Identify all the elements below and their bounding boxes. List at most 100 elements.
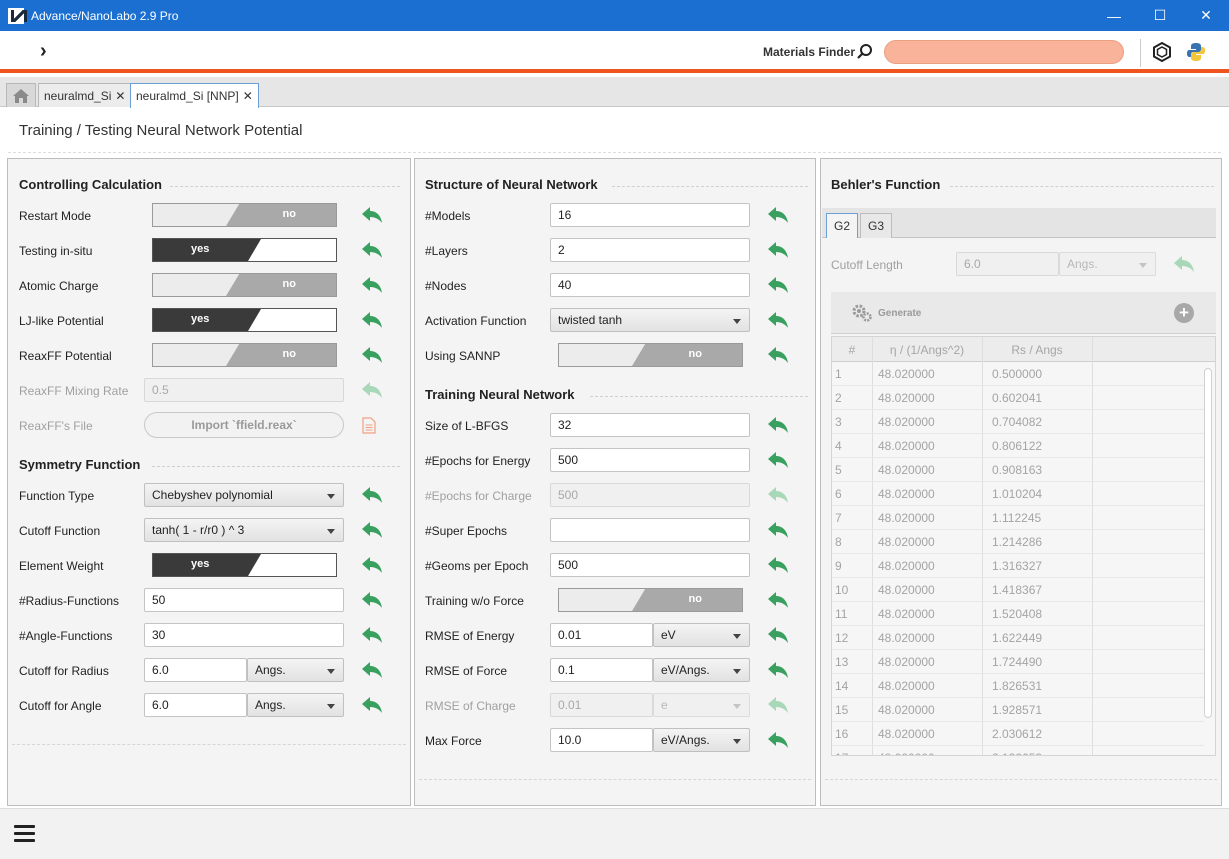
tab-neuralmd-si[interactable]: neuralmd_Si ✕ — [38, 83, 132, 107]
table-row[interactable]: 4 48.020000 0.806122 — [832, 434, 1204, 458]
rmse-force-unit-select[interactable]: eV/Angs. — [653, 658, 750, 682]
cutoff-length-unit-select[interactable]: Angs. — [1059, 252, 1156, 276]
radius-functions-input[interactable]: 50 — [144, 588, 344, 612]
menu-hamburger-icon[interactable] — [14, 825, 35, 843]
rmse-force-input[interactable]: 0.1 — [550, 658, 653, 682]
reset-undo-icon[interactable] — [361, 311, 383, 329]
super-epochs-input[interactable] — [550, 518, 750, 542]
close-window-button[interactable]: ✕ — [1183, 0, 1229, 31]
table-row[interactable]: 12 48.020000 1.622449 — [832, 626, 1204, 650]
tab-g3[interactable]: G3 — [860, 213, 893, 238]
column-header-index[interactable]: # — [832, 343, 872, 357]
cutoff-angle-unit-select[interactable]: Angs. — [247, 693, 344, 717]
restart-mode-toggle[interactable]: no — [152, 203, 337, 227]
gears-icon[interactable] — [851, 303, 873, 323]
import-ffield-button[interactable]: Import `ffield.reax` — [144, 412, 344, 438]
max-force-unit-select[interactable]: eV/Angs. — [653, 728, 750, 752]
reset-undo-icon[interactable] — [767, 451, 789, 469]
reset-undo-icon[interactable] — [767, 661, 789, 679]
python-icon[interactable] — [1186, 42, 1206, 62]
cutoff-radius-unit-select[interactable]: Angs. — [247, 658, 344, 682]
reset-undo-icon[interactable] — [767, 311, 789, 329]
reset-undo-icon[interactable] — [361, 241, 383, 259]
max-force-input[interactable]: 10.0 — [550, 728, 653, 752]
close-tab-icon[interactable]: ✕ — [243, 89, 253, 103]
molecule-hexagon-icon[interactable] — [1152, 42, 1172, 62]
rmse-energy-unit-select[interactable]: eV — [653, 623, 750, 647]
table-row[interactable]: 7 48.020000 1.112245 — [832, 506, 1204, 530]
reset-undo-icon[interactable] — [767, 276, 789, 294]
column-header-eta[interactable]: η / (1/Angs^2) — [872, 343, 982, 357]
home-tab[interactable] — [6, 83, 36, 107]
rmse-charge-unit-select[interactable]: e — [653, 693, 750, 717]
activation-function-select[interactable]: twisted tanh — [550, 308, 750, 332]
reset-undo-icon[interactable] — [361, 696, 383, 714]
reset-undo-icon[interactable] — [767, 591, 789, 609]
expand-chevron-icon[interactable]: › — [40, 40, 47, 63]
reset-undo-icon[interactable] — [361, 661, 383, 679]
search-icon[interactable] — [856, 43, 874, 61]
add-row-icon[interactable]: + — [1174, 303, 1194, 323]
table-row[interactable]: 13 48.020000 1.724490 — [832, 650, 1204, 674]
reset-undo-icon[interactable] — [767, 731, 789, 749]
table-row[interactable]: 6 48.020000 1.010204 — [832, 482, 1204, 506]
reset-undo-icon[interactable] — [361, 206, 383, 224]
table-row[interactable]: 10 48.020000 1.418367 — [832, 578, 1204, 602]
maximize-button[interactable]: ☐ — [1137, 0, 1183, 31]
table-row[interactable]: 5 48.020000 0.908163 — [832, 458, 1204, 482]
table-row[interactable]: 8 48.020000 1.214286 — [832, 530, 1204, 554]
epochs-energy-input[interactable]: 500 — [550, 448, 750, 472]
cutoff-radius-input[interactable]: 6.0 — [144, 658, 247, 682]
table-row[interactable]: 17 48.020000 2.132653 — [832, 746, 1204, 755]
reaxff-mixing-rate-input[interactable]: 0.5 — [144, 378, 344, 402]
table-row[interactable]: 16 48.020000 2.030612 — [832, 722, 1204, 746]
table-row[interactable]: 3 48.020000 0.704082 — [832, 410, 1204, 434]
table-scrollbar[interactable] — [1203, 364, 1213, 754]
reset-undo-icon[interactable] — [361, 521, 383, 539]
lbfgs-input[interactable]: 32 — [550, 413, 750, 437]
generate-button[interactable]: Generate — [878, 308, 921, 319]
nodes-input[interactable]: 40 — [550, 273, 750, 297]
cutoff-length-input[interactable]: 6.0 — [956, 252, 1059, 276]
reset-undo-icon[interactable] — [361, 346, 383, 364]
table-row[interactable]: 2 48.020000 0.602041 — [832, 386, 1204, 410]
epochs-charge-input[interactable]: 500 — [550, 483, 750, 507]
rmse-energy-input[interactable]: 0.01 — [550, 623, 653, 647]
lj-potential-toggle[interactable]: yes — [152, 308, 337, 332]
cutoff-function-select[interactable]: tanh( 1 - r/r0 ) ^ 3 — [144, 518, 344, 542]
reset-undo-icon[interactable] — [361, 276, 383, 294]
atomic-charge-toggle[interactable]: no — [152, 273, 337, 297]
reset-undo-icon[interactable] — [767, 241, 789, 259]
function-type-select[interactable]: Chebyshev polynomial — [144, 483, 344, 507]
reset-undo-icon[interactable] — [767, 346, 789, 364]
column-header-rs[interactable]: Rs / Angs — [982, 343, 1092, 357]
using-sannp-toggle[interactable]: no — [558, 343, 743, 367]
layers-input[interactable]: 2 — [550, 238, 750, 262]
tab-g2[interactable]: G2 — [826, 213, 859, 238]
reset-undo-icon[interactable] — [361, 486, 383, 504]
models-input[interactable]: 16 — [550, 203, 750, 227]
minimize-button[interactable]: — — [1091, 0, 1137, 31]
reset-undo-icon[interactable] — [767, 206, 789, 224]
file-icon[interactable] — [362, 417, 376, 434]
element-weight-toggle[interactable]: yes — [152, 553, 337, 577]
reset-undo-icon[interactable] — [767, 626, 789, 644]
table-row[interactable]: 14 48.020000 1.826531 — [832, 674, 1204, 698]
without-force-toggle[interactable]: no — [558, 588, 743, 612]
table-row[interactable]: 15 48.020000 1.928571 — [832, 698, 1204, 722]
reaxff-potential-toggle[interactable]: no — [152, 343, 337, 367]
reset-undo-icon[interactable] — [361, 556, 383, 574]
close-tab-icon[interactable]: ✕ — [115, 89, 125, 103]
angle-functions-input[interactable]: 30 — [144, 623, 344, 647]
rmse-charge-input[interactable]: 0.01 — [550, 693, 653, 717]
geoms-per-epoch-input[interactable]: 500 — [550, 553, 750, 577]
reset-undo-icon[interactable] — [361, 626, 383, 644]
materials-finder-input[interactable] — [884, 40, 1124, 64]
reset-undo-icon[interactable] — [767, 556, 789, 574]
reset-undo-icon[interactable] — [767, 521, 789, 539]
table-row[interactable]: 11 48.020000 1.520408 — [832, 602, 1204, 626]
cutoff-angle-input[interactable]: 6.0 — [144, 693, 247, 717]
table-row[interactable]: 1 48.020000 0.500000 — [832, 362, 1204, 386]
tab-neuralmd-si-nnp[interactable]: neuralmd_Si [NNP] ✕ — [130, 83, 259, 108]
reset-undo-icon[interactable] — [767, 416, 789, 434]
